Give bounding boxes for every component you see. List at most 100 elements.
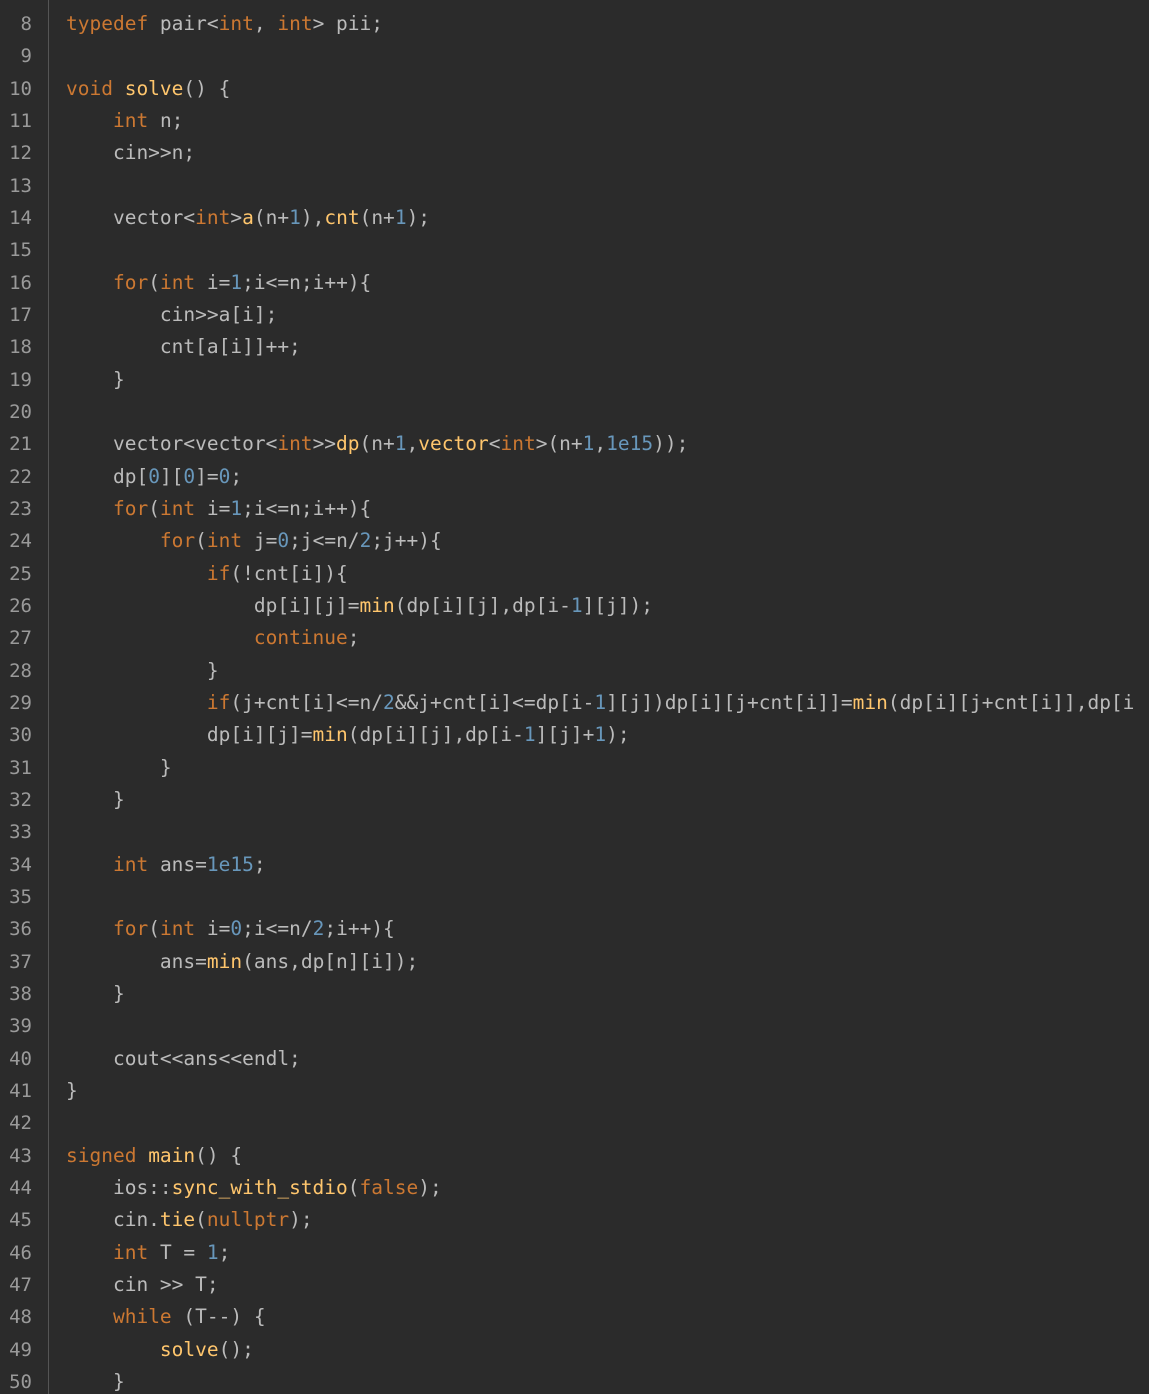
line-number: 30 bbox=[9, 724, 32, 747]
code-line[interactable]: 15 bbox=[0, 234, 1149, 266]
code-line[interactable]: 28 } bbox=[0, 655, 1149, 687]
code-token-keyword: int bbox=[206, 529, 254, 553]
code-editor[interactable]: 8 typedef pair<int, int> pii; 9 10 void solv… bbox=[0, 0, 1149, 1394]
code-line[interactable]: 33 bbox=[0, 816, 1149, 848]
code-token-default: ( bbox=[148, 917, 160, 941]
code-line[interactable]: 47 cin >> T; bbox=[0, 1269, 1149, 1301]
code-line[interactable]: 24 for(int j=0;j<=n/2;j++){ bbox=[0, 525, 1149, 557]
code-line[interactable]: 41} bbox=[0, 1075, 1149, 1107]
code-token-default: ( bbox=[195, 529, 207, 553]
line-code: typedef pair<int, int> pii; bbox=[66, 8, 383, 40]
code-token-default bbox=[66, 917, 113, 940]
code-token-keyword: signed bbox=[66, 1143, 149, 1167]
code-token-keyword: if bbox=[206, 561, 231, 585]
code-token-func: solve bbox=[159, 1337, 219, 1361]
code-token-number: 1e15 bbox=[206, 852, 254, 876]
code-line[interactable]: 9 bbox=[0, 40, 1149, 72]
code-line[interactable]: 18 cnt[a[i]]++; bbox=[0, 331, 1149, 363]
code-line[interactable]: 12 cin>>n; bbox=[0, 137, 1149, 169]
code-token-func: min bbox=[852, 690, 888, 714]
code-line[interactable]: 44 ios::sync_with_stdio(false); bbox=[0, 1172, 1149, 1204]
code-line[interactable]: 42 bbox=[0, 1107, 1149, 1139]
code-token-default: >(n+ bbox=[535, 432, 583, 456]
code-line[interactable]: 31 } bbox=[0, 752, 1149, 784]
code-line[interactable]: 32 } bbox=[0, 784, 1149, 816]
code-line[interactable]: 14 vector<int>a(n+1),cnt(n+1); bbox=[0, 202, 1149, 234]
code-line[interactable]: 30 dp[i][j]=min(dp[i][j],dp[i-1][j]+1); bbox=[0, 719, 1149, 751]
code-line[interactable]: 13 bbox=[0, 170, 1149, 202]
line-number: 41 bbox=[9, 1079, 32, 1102]
code-line[interactable]: 36 for(int i=0;i<=n/2;i++){ bbox=[0, 913, 1149, 945]
code-token-default: ios:: bbox=[66, 1175, 172, 1199]
code-line[interactable]: 27 continue; bbox=[0, 622, 1149, 654]
code-line[interactable]: 49 solve(); bbox=[0, 1334, 1149, 1366]
code-line[interactable]: 48 while (T--) { bbox=[0, 1301, 1149, 1333]
code-line[interactable]: 23 for(int i=1;i<=n;i++){ bbox=[0, 493, 1149, 525]
code-token-default: ans= bbox=[159, 852, 207, 876]
line-code: if(!cnt[i]){ bbox=[66, 558, 348, 590]
code-line[interactable]: 19 } bbox=[0, 364, 1149, 396]
line-number: 48 bbox=[9, 1306, 32, 1329]
line-code: } bbox=[66, 655, 219, 687]
code-token-default bbox=[66, 691, 207, 714]
line-code: continue; bbox=[66, 622, 360, 654]
code-token-default: cin. bbox=[66, 1208, 160, 1232]
code-line[interactable]: 20 bbox=[0, 396, 1149, 428]
code-line[interactable]: 35 bbox=[0, 881, 1149, 913]
code-token-keyword: int bbox=[218, 12, 254, 35]
code-token-keyword: if bbox=[206, 690, 231, 714]
line-code: int n; bbox=[66, 105, 183, 137]
code-token-default: ][j]); bbox=[582, 593, 654, 617]
code-line[interactable]: 10 void solve() { bbox=[0, 73, 1149, 105]
line-code: ans=min(ans,dp[n][i]); bbox=[66, 946, 418, 978]
code-token-default: T = bbox=[159, 1240, 207, 1264]
line-number: 34 bbox=[9, 853, 32, 876]
code-line[interactable]: 39 bbox=[0, 1010, 1149, 1042]
line-number: 23 bbox=[9, 497, 32, 520]
code-token-default: dp[i][j]= bbox=[66, 723, 313, 747]
code-token-number: 0 bbox=[183, 464, 196, 488]
code-token-keyword: false bbox=[359, 1175, 419, 1199]
line-number: 27 bbox=[9, 627, 32, 650]
line-code: int T = 1; bbox=[66, 1237, 230, 1269]
code-line[interactable]: 43 signed main() { bbox=[0, 1140, 1149, 1172]
code-token-number: 2 bbox=[359, 529, 372, 553]
line-code: cin>>n; bbox=[66, 137, 195, 169]
line-code: } bbox=[66, 1366, 125, 1394]
line-code: for(int j=0;j<=n/2;j++){ bbox=[66, 525, 442, 557]
code-line[interactable]: 46 int T = 1; bbox=[0, 1237, 1149, 1269]
code-line[interactable]: 29 if(j+cnt[i]<=n/2&&j+cnt[i]<=dp[i-1][j… bbox=[0, 687, 1149, 719]
code-line[interactable]: 40 cout<<ans<<endl; bbox=[0, 1043, 1149, 1075]
code-token-keyword: void bbox=[66, 76, 125, 100]
code-token-default: ); bbox=[406, 205, 431, 229]
code-token-default: < bbox=[488, 432, 501, 456]
code-line[interactable]: 34 int ans=1e15; bbox=[0, 849, 1149, 881]
line-number: 37 bbox=[9, 950, 32, 973]
code-token-number: 1 bbox=[570, 593, 583, 617]
code-token-number: 1 bbox=[394, 205, 407, 229]
code-token-keyword: for bbox=[112, 270, 149, 294]
code-line[interactable]: 22 dp[0][0]=0; bbox=[0, 461, 1149, 493]
code-line[interactable]: 16 for(int i=1;i<=n;i++){ bbox=[0, 267, 1149, 299]
line-number: 31 bbox=[9, 756, 32, 779]
code-line[interactable]: 25 if(!cnt[i]){ bbox=[0, 558, 1149, 590]
code-token-default: , bbox=[406, 432, 419, 456]
code-line[interactable]: 45 cin.tie(nullptr); bbox=[0, 1204, 1149, 1236]
line-number: 43 bbox=[9, 1144, 32, 1167]
code-line[interactable]: 21 vector<vector<int>>dp(n+1,vector<int>… bbox=[0, 428, 1149, 460]
code-line[interactable]: 17 cin>>a[i]; bbox=[0, 299, 1149, 331]
code-line[interactable]: 38 } bbox=[0, 978, 1149, 1010]
code-token-keyword: int bbox=[112, 1240, 160, 1264]
code-line[interactable]: 11 int n; bbox=[0, 105, 1149, 137]
code-line[interactable]: 26 dp[i][j]=min(dp[i][j],dp[i-1][j]); bbox=[0, 590, 1149, 622]
line-number: 8 bbox=[20, 13, 32, 35]
code-token-default: ]= bbox=[195, 464, 219, 488]
code-line[interactable]: 37 ans=min(ans,dp[n][i]); bbox=[0, 946, 1149, 978]
code-token-func: min bbox=[359, 593, 395, 617]
code-line[interactable]: 50 } bbox=[0, 1366, 1149, 1394]
code-token-default: ][ bbox=[159, 464, 184, 488]
code-line[interactable]: 8 typedef pair<int, int> pii; bbox=[0, 8, 1149, 40]
line-code: dp[i][j]=min(dp[i][j],dp[i-1][j]); bbox=[66, 590, 653, 622]
code-token-default: , bbox=[253, 12, 278, 35]
line-code: while (T--) { bbox=[66, 1301, 266, 1333]
